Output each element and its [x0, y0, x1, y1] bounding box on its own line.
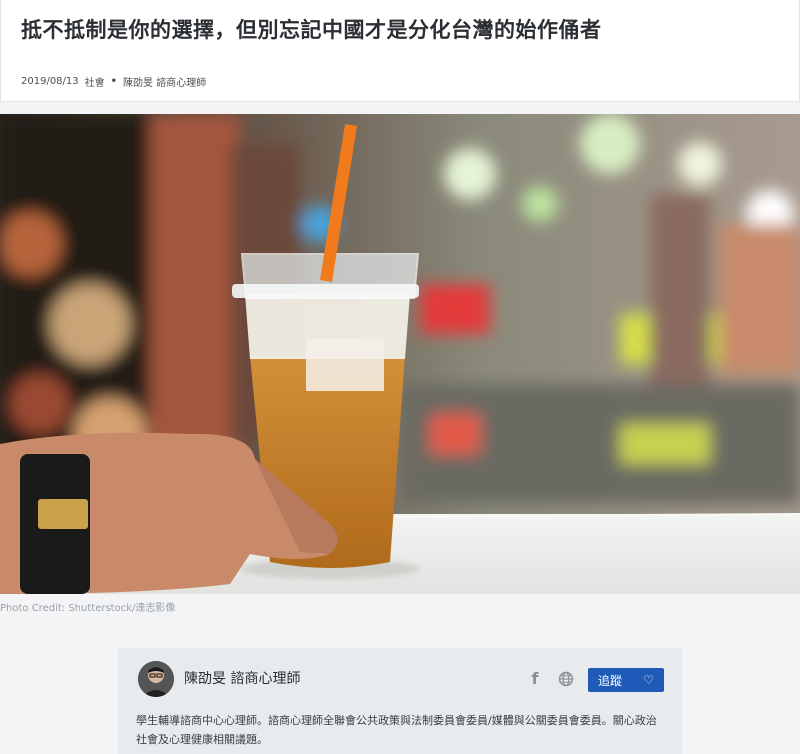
author-name[interactable]: 陳劭旻 諮商心理師	[184, 668, 300, 688]
avatar-portrait	[138, 661, 174, 697]
follow-label: 追蹤	[598, 673, 623, 688]
photo-credit: Photo Credit: Shutterstock/達志影像	[0, 603, 176, 614]
heart-icon: ♡	[643, 673, 654, 687]
author-card: 陳劭旻 諮商心理師 f 追蹤 ♡ 學生輔導諮商中心心理師。諮商心理師全聯會公共政…	[118, 648, 682, 754]
category-link[interactable]: 社會	[85, 74, 105, 89]
article-date: 2019/08/13	[21, 76, 79, 87]
article-title: 抵不抵制是你的選擇，但別忘記中國才是分化台灣的始作俑者	[21, 18, 602, 42]
article-meta: 2019/08/13 社會 • 陳劭旻 諮商心理師	[21, 74, 206, 89]
follow-button[interactable]: 追蹤 ♡	[588, 668, 664, 692]
globe-icon[interactable]	[558, 671, 574, 687]
facebook-icon[interactable]: f	[528, 670, 542, 688]
meta-separator: •	[110, 76, 118, 87]
article-header: 抵不抵制是你的選擇，但別忘記中國才是分化台灣的始作俑者 2019/08/13 社…	[0, 0, 800, 102]
drink-photo-illustration	[0, 114, 800, 594]
hero-photo	[0, 114, 800, 594]
globe-graphic	[558, 671, 574, 687]
author-bio: 學生輔導諮商中心心理師。諮商心理師全聯會公共政策與法制委員會委員/媒體與公關委員…	[136, 714, 657, 746]
author-byline-link[interactable]: 陳劭旻 諮商心理師	[123, 74, 206, 89]
author-avatar[interactable]	[138, 661, 174, 697]
